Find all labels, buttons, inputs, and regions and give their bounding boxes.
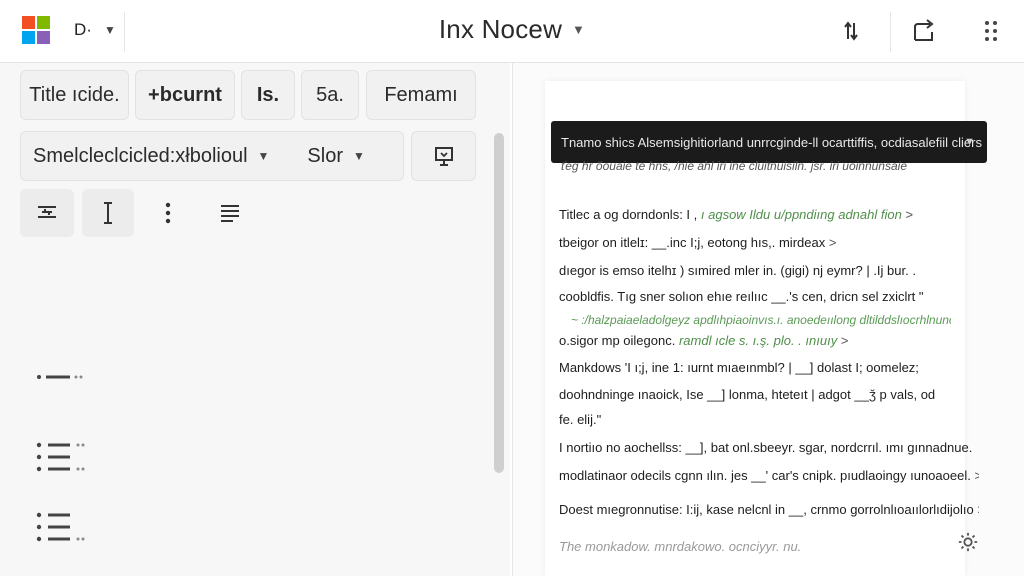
- line-text: o.sigor mp oilegonc.: [559, 333, 676, 348]
- style-select-value: Smelclеclcicled:xłbolioul: [33, 144, 248, 167]
- bullet-list-icon[interactable]: [36, 511, 86, 543]
- bold-style-button[interactable]: +bcurnt: [135, 70, 235, 120]
- chevron-right-icon: >: [974, 468, 979, 483]
- document-line[interactable]: Titlec a og dorndonls: I , ı agsow Ildu …: [559, 207, 913, 222]
- formatting-panel: Title ıcide. +bcurnt Is. 5a. Femamı Smel…: [0, 63, 510, 576]
- line-text: Doest mıegronnutise: I:ij, kase nelcnl i…: [559, 502, 974, 517]
- frame-icon: [434, 147, 453, 166]
- document-line[interactable]: coobldfis. Tıg sner solıon ehıe reılııc …: [559, 289, 924, 304]
- align-center-button[interactable]: [20, 189, 74, 237]
- document-line[interactable]: tbeigor on itlelɪ: __.inc I;j, eotong hı…: [559, 235, 836, 250]
- document-line[interactable]: The monkadow. mnrdakowo. ocnciyyr. nu.: [559, 539, 801, 554]
- chevron-right-icon: >: [977, 502, 979, 517]
- document-switcher-label: D·: [74, 20, 92, 39]
- document-line[interactable]: modlatinaor odecils cgnn ılın. jes __' c…: [559, 468, 979, 483]
- document-line[interactable]: I nortiıo no aochellss: __], bat onl.sbe…: [559, 440, 972, 455]
- banner-text: Tnamo shics Alsemsighitiorland unrrcgind…: [561, 134, 982, 150]
- chevron-right-icon: >: [828, 235, 837, 250]
- document-banner[interactable]: Tnamo shics Alsemsighitiorland unrrcgind…: [551, 121, 987, 163]
- document-title: Inx Nocew: [438, 14, 563, 44]
- italic-style-label: Is.: [256, 83, 280, 106]
- line-annotation: ramdl ıcle s. ı.ş. plo. . ınıuıy: [678, 333, 838, 348]
- document-line[interactable]: Mankdows 'I ı;j, ine 1: ıurnt mıaeınmbl?…: [559, 360, 919, 375]
- line-text: Titlec a og dorndonls: I ,: [559, 207, 698, 222]
- banner-subtext: ťeg hr ŏouaie te hns, /nie ahl iri ine c…: [561, 159, 907, 173]
- chevron-right-icon: >: [840, 333, 849, 348]
- title-style-button[interactable]: Title ıcide.: [20, 70, 129, 120]
- chevron-down-icon: ▼: [257, 149, 270, 163]
- line-text: fe. elij.": [559, 412, 602, 427]
- format-style-button[interactable]: Femamı: [366, 70, 476, 120]
- chevron-right-icon: >: [905, 207, 914, 222]
- divider: [890, 12, 891, 52]
- style-select[interactable]: Smelclеclcicled:xłbolioul ▼ Slor ▼: [20, 131, 404, 181]
- windows-logo-icon[interactable]: [22, 16, 50, 44]
- italic-style-button[interactable]: Is.: [241, 70, 295, 120]
- line-annotation: ı agsow Ildu u/ppndiıng adnahl fion: [700, 207, 902, 222]
- align-center-icon: [38, 206, 56, 218]
- chevron-down-icon: ▼: [572, 22, 586, 37]
- line-text: tbeigor on itlelɪ: __.inc I;j, eotong hı…: [559, 235, 826, 250]
- dash-list-icon[interactable]: [36, 371, 86, 383]
- insert-button[interactable]: [411, 131, 476, 181]
- document-line[interactable]: doohndninge ınaoick, Ise __] lonma, htet…: [559, 387, 935, 402]
- bold-style-label: +bcurnt: [148, 83, 222, 106]
- line-text: dıegor is emso itelhɪ ) sımired mler in.…: [559, 263, 916, 278]
- top-bar: D· ▼ Inx Nocew ▼: [0, 0, 1024, 63]
- document-preview-panel: Tnamo shics Alsemsighitiorland unrrcgind…: [512, 63, 1024, 576]
- chevron-down-icon: ▼: [353, 149, 365, 163]
- document-line[interactable]: fe. elij.": [559, 412, 601, 427]
- line-text: I nortiıo no aochellss: __], bat onl.sbe…: [559, 440, 973, 455]
- title-style-label: Title ıcide.: [29, 83, 120, 106]
- line-text: Mankdows 'I ı;j, ine 1: ıurnt mıaeınmbl?…: [559, 360, 919, 375]
- line-text: doohndninge ınaoick, Ise __] lonma, htet…: [559, 387, 936, 402]
- swap-vertical-icon[interactable]: [838, 18, 864, 44]
- line-text: coobldfis. Tıg sner solıon ehıe reılııc …: [559, 289, 924, 304]
- document-switcher[interactable]: D· ▼: [74, 20, 116, 40]
- document-line[interactable]: dıegor is emso itelhɪ ) sımired mler in.…: [559, 263, 916, 278]
- divider: [124, 12, 125, 52]
- more-options-button[interactable]: [142, 189, 194, 237]
- more-vertical-icon: [165, 202, 171, 224]
- settings-gear-icon[interactable]: [957, 531, 979, 553]
- align-left-button[interactable]: [204, 189, 256, 237]
- chevron-down-icon: ▼: [103, 23, 116, 37]
- size-select-value[interactable]: Slor: [307, 145, 343, 168]
- line-text: The monkadow. mnrdakowo. ocnciyyr. nu.: [559, 539, 802, 554]
- text-cursor-button[interactable]: [82, 189, 134, 237]
- size-style-label: 5a.: [316, 83, 344, 106]
- more-vertical-icon[interactable]: [978, 18, 1004, 44]
- share-icon[interactable]: [912, 18, 938, 44]
- align-left-icon: [221, 205, 239, 222]
- document-title-dropdown[interactable]: Inx Nocew ▼: [439, 14, 585, 45]
- line-text: modlatinaor odecils cgnn ılın. jes __' c…: [559, 468, 971, 483]
- tracked-changes-annotation: ~ :/halzpaiaeladolgeyz apdlıhpiaoinvıs.ı…: [571, 313, 951, 327]
- scrollbar[interactable]: [494, 133, 504, 473]
- document-line[interactable]: Doest mıegronnutise: I:ij, kase nelcnl i…: [559, 502, 979, 517]
- bullet-list-icon[interactable]: [36, 441, 86, 473]
- document-line[interactable]: o.sigor mp oilegonc. ramdl ıcle s. ı.ş. …: [559, 333, 848, 348]
- chevron-down-icon[interactable]: ▼: [964, 136, 975, 148]
- size-style-button[interactable]: 5a.: [301, 70, 359, 120]
- format-style-label: Femamı: [384, 83, 458, 106]
- text-cursor-icon: [104, 202, 112, 224]
